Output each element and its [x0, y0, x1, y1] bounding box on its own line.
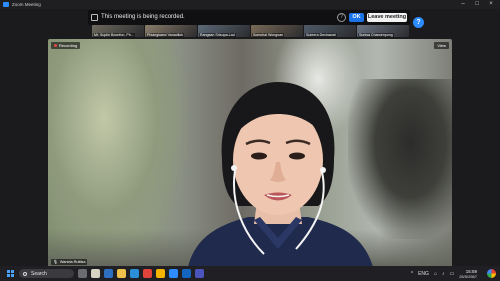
windows-taskbar: Search ^ ENG ⌂ ♪ ▭ 15:59 28/5/2567: [0, 266, 500, 281]
info-icon[interactable]: ?: [337, 13, 346, 22]
search-placeholder: Search: [31, 270, 47, 277]
participant-thumbnail[interactable]: Phiangkaew Vanadilok: [145, 25, 197, 37]
speaker-name-tag: 🎙 Wanida Ruttisa: [51, 259, 88, 265]
zoom-app-icon: [3, 2, 9, 7]
speaker-person-image: [188, 82, 373, 267]
search-icon: [23, 271, 27, 276]
battery-icon[interactable]: ▭: [449, 271, 454, 277]
help-icon[interactable]: ?: [413, 17, 424, 28]
view-button[interactable]: View: [434, 42, 449, 49]
recording-notice-text: This meeting is being recorded.: [101, 14, 185, 20]
participant-name: Sunisa Charoenpong: [358, 32, 394, 37]
chrome-icon[interactable]: [143, 269, 152, 278]
widgets-icon[interactable]: [91, 269, 100, 278]
files-icon[interactable]: [78, 269, 87, 278]
participant-name: Somchai Wongsan: [252, 32, 285, 37]
participant-thumbnail[interactable]: Somchai Wongsan: [251, 25, 303, 37]
volume-icon[interactable]: ♪: [442, 271, 445, 277]
taskbar-clock[interactable]: 15:59 28/5/2567: [459, 269, 477, 279]
tray-overflow-icon[interactable]: ^: [411, 271, 413, 277]
participant-name: Mr. Suplin Boonfun, Ph…: [93, 32, 136, 37]
store-icon[interactable]: [104, 269, 113, 278]
recording-dot-icon: [54, 44, 57, 47]
explorer-icon[interactable]: [117, 269, 126, 278]
system-tray: ^ ENG ⌂ ♪ ▭ 15:59 28/5/2567: [411, 266, 500, 281]
ok-button[interactable]: OK: [349, 13, 364, 22]
leave-meeting-button[interactable]: Leave meeting: [367, 13, 407, 22]
window-title: Zoom Meeting: [12, 2, 41, 7]
teams-icon[interactable]: [195, 269, 204, 278]
edge-icon[interactable]: [130, 269, 139, 278]
taskbar-apps: [78, 269, 204, 278]
notification-icon[interactable]: [487, 269, 496, 278]
language-indicator[interactable]: ENG: [418, 271, 429, 277]
window-title-bar: Zoom Meeting – □ ×: [0, 0, 500, 9]
participant-thumbnail[interactable]: Mr. Suplin Boonfun, Ph…: [92, 25, 144, 37]
participant-thumbnail[interactable]: Sunisa Charoenpong: [357, 25, 409, 37]
active-speaker-video[interactable]: Recording View 🎙 Wanida Ruttisa: [48, 39, 452, 267]
close-button[interactable]: ×: [484, 0, 498, 9]
maximize-button[interactable]: □: [470, 0, 484, 9]
recording-indicator-text: Recording: [59, 43, 78, 48]
speaker-name: Wanida Ruttisa: [59, 260, 86, 264]
recording-indicator: Recording: [51, 42, 81, 49]
participant-thumbnail[interactable]: Suteera Dechawat: [304, 25, 356, 37]
recording-icon: [91, 14, 98, 21]
taskbar-search-input[interactable]: Search: [19, 269, 74, 278]
participant-name: Rangsan Srisupa-Lad: [199, 32, 236, 37]
participant-thumbnails: Mr. Suplin Boonfun, Ph… Phiangkaew Vanad…: [92, 25, 409, 37]
participant-name: Suteera Dechawat: [305, 32, 337, 37]
recording-banner: This meeting is being recorded. ? OK Lea…: [88, 10, 410, 25]
network-icon[interactable]: ⌂: [434, 271, 437, 277]
minimize-button[interactable]: –: [456, 0, 470, 9]
outlook-icon[interactable]: [182, 269, 191, 278]
muted-mic-icon: 🎙: [53, 260, 58, 264]
windows-start-icon[interactable]: [7, 270, 14, 277]
participant-thumbnail[interactable]: Rangsan Srisupa-Lad: [198, 25, 250, 37]
chrome-alt-icon[interactable]: [156, 269, 165, 278]
participant-name: Phiangkaew Vanadilok: [146, 32, 185, 37]
window-controls: – □ ×: [456, 0, 498, 9]
clock-date: 28/5/2567: [459, 273, 477, 279]
zoom-icon[interactable]: [169, 269, 178, 278]
